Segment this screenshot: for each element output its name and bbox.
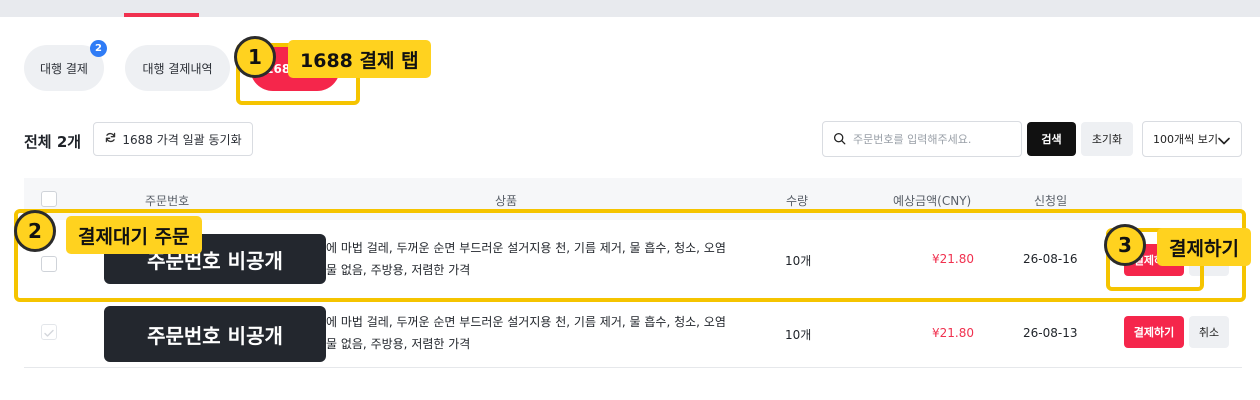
row-checkbox[interactable] xyxy=(41,324,57,340)
total-count: 전체 2개 xyxy=(24,133,82,151)
callout-number: 1 xyxy=(234,36,276,78)
expected-amount: ¥21.80 xyxy=(932,326,974,340)
header-date: 신청일 xyxy=(1034,194,1068,208)
tab-label: 대행 결제 xyxy=(40,61,88,76)
search-icon xyxy=(833,130,846,149)
refresh-icon xyxy=(104,131,117,147)
tab-label: 대행 결제내역 xyxy=(142,61,213,76)
order-number-masked: 주문번호 비공개 xyxy=(104,306,326,362)
active-tab-indicator xyxy=(124,13,199,17)
callout-label: 결제대기 주문 xyxy=(66,216,202,254)
tab-count-badge: 2 xyxy=(90,40,107,57)
search-button[interactable]: 검색 xyxy=(1027,122,1076,156)
page-size-select[interactable]: 100개씩 보기 xyxy=(1142,121,1242,157)
header-amount: 예상금액(CNY) xyxy=(893,194,972,208)
callout-label: 결제하기 xyxy=(1157,228,1251,266)
callout-label: 1688 결제 탭 xyxy=(288,40,431,78)
product-name: 에 마법 걸레, 두꺼운 순면 부드러운 설거지용 천, 기름 제거, 물 흡수… xyxy=(326,315,726,351)
select-all-checkbox[interactable] xyxy=(41,191,57,207)
tab-proxy-payment-history[interactable]: 대행 결제내역 xyxy=(125,45,230,91)
order-search-box[interactable] xyxy=(822,121,1022,157)
page-size-value: 100개씩 보기 xyxy=(1153,133,1218,146)
reset-button[interactable]: 초기화 xyxy=(1081,122,1133,156)
sync-price-label: 1688 가격 일괄 동기화 xyxy=(122,132,242,147)
cancel-button[interactable]: 취소 xyxy=(1189,316,1229,348)
search-input[interactable] xyxy=(853,132,1013,146)
check-icon xyxy=(44,329,54,337)
header-quantity: 수량 xyxy=(786,194,809,208)
callout-number: 2 xyxy=(14,210,56,252)
quantity: 10개 xyxy=(785,328,812,342)
pay-button[interactable]: 결제하기 xyxy=(1124,316,1184,348)
header-order-no: 주문번호 xyxy=(145,194,190,208)
sync-price-button[interactable]: 1688 가격 일괄 동기화 xyxy=(93,122,253,156)
chevron-down-icon xyxy=(1218,135,1230,148)
request-date: 26-08-13 xyxy=(1023,326,1078,340)
callout-number: 3 xyxy=(1104,224,1146,266)
header-product: 상품 xyxy=(495,194,518,208)
top-nav-bar xyxy=(0,0,1260,17)
